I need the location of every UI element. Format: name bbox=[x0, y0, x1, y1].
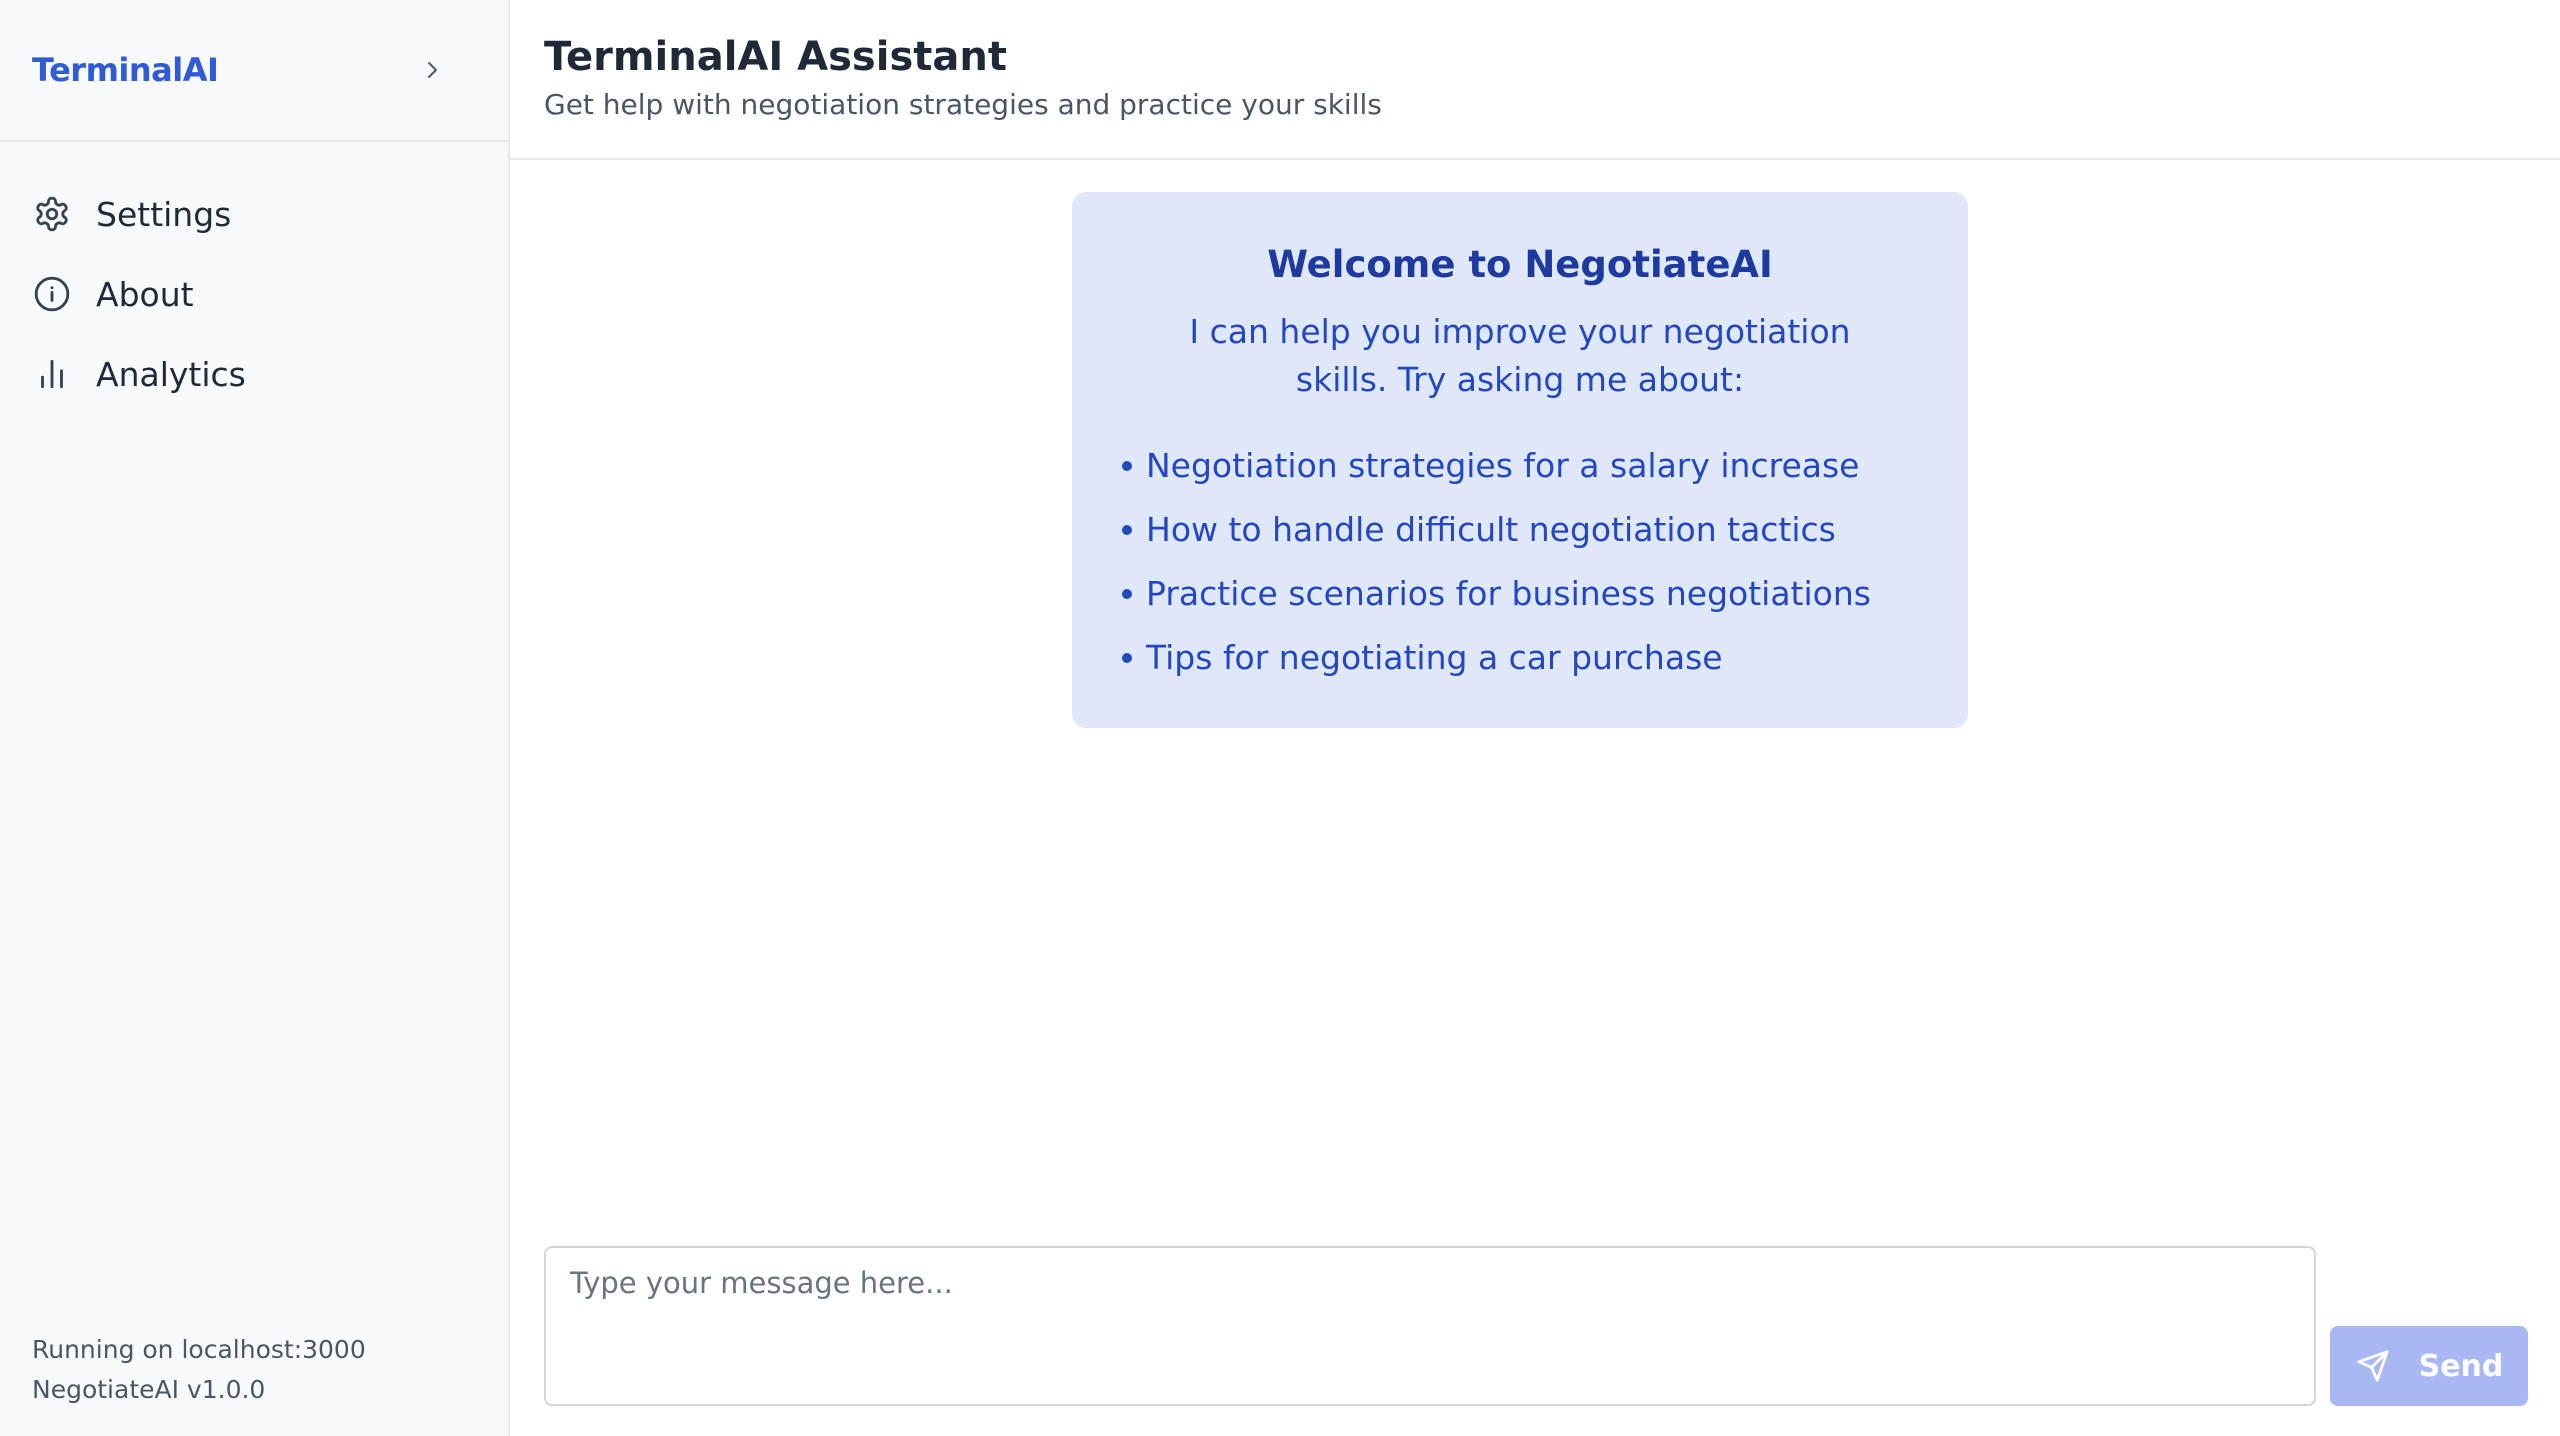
suggestion-item[interactable]: Tips for negotiating a car purchase bbox=[1122, 626, 1918, 690]
suggestion-item[interactable]: Practice scenarios for business negotiat… bbox=[1122, 562, 1918, 626]
main-panel: TerminalAI Assistant Get help with negot… bbox=[510, 0, 2560, 1436]
welcome-intro: I can help you improve your negotiation … bbox=[1189, 312, 1851, 399]
app-window: TerminalAI Settings About Analytics Runn… bbox=[0, 0, 2560, 1436]
welcome-card: Welcome to NegotiateAI I can help you im… bbox=[1072, 192, 1968, 728]
bullet-icon bbox=[1122, 589, 1132, 599]
sidebar: TerminalAI Settings About Analytics Runn… bbox=[0, 0, 510, 1436]
suggestion-text: Practice scenarios for business negotiat… bbox=[1146, 574, 1871, 613]
send-icon bbox=[2355, 1348, 2391, 1384]
page-title: TerminalAI Assistant bbox=[544, 34, 1007, 80]
sidebar-item-analytics[interactable]: Analytics bbox=[0, 334, 508, 414]
message-input[interactable] bbox=[546, 1248, 2314, 1404]
suggestion-text: Tips for negotiating a car purchase bbox=[1146, 638, 1723, 677]
main-header: TerminalAI Assistant Get help with negot… bbox=[510, 0, 2560, 160]
sidebar-footer: Running on localhost:3000 NegotiateAI v1… bbox=[32, 1330, 366, 1410]
welcome-title: Welcome to NegotiateAI bbox=[1267, 243, 1773, 286]
bullet-icon bbox=[1122, 525, 1132, 535]
message-composer bbox=[544, 1246, 2316, 1406]
brand-logo-text[interactable]: TerminalAI bbox=[32, 51, 219, 89]
bar-chart-icon bbox=[32, 354, 72, 394]
server-status-text: Running on localhost:3000 bbox=[32, 1335, 366, 1364]
suggestion-list: Negotiation strategies for a salary incr… bbox=[1122, 434, 1918, 690]
sidebar-item-label: About bbox=[96, 274, 194, 314]
sidebar-item-settings[interactable]: Settings bbox=[0, 174, 508, 254]
sidebar-item-label: Settings bbox=[96, 194, 232, 234]
sidebar-toggle-button[interactable] bbox=[412, 50, 452, 90]
page-subtitle: Get help with negotiation strategies and… bbox=[544, 88, 1382, 121]
sidebar-header: TerminalAI bbox=[0, 0, 508, 142]
gear-icon bbox=[32, 194, 72, 234]
suggestion-item[interactable]: Negotiation strategies for a salary incr… bbox=[1122, 434, 1918, 498]
bullet-icon bbox=[1122, 653, 1132, 663]
sidebar-item-about[interactable]: About bbox=[0, 254, 508, 334]
sidebar-item-label: Analytics bbox=[96, 354, 246, 394]
sidebar-nav: Settings About Analytics bbox=[0, 142, 508, 414]
chevron-right-icon bbox=[428, 62, 437, 78]
suggestion-item[interactable]: How to handle difficult negotiation tact… bbox=[1122, 498, 1918, 562]
bullet-icon bbox=[1122, 461, 1132, 471]
info-icon bbox=[32, 274, 72, 314]
send-button[interactable]: Send bbox=[2330, 1326, 2528, 1406]
suggestion-text: Negotiation strategies for a salary incr… bbox=[1146, 446, 1860, 485]
suggestion-text: How to handle difficult negotiation tact… bbox=[1146, 510, 1836, 549]
send-button-label: Send bbox=[2418, 1348, 2504, 1384]
app-version-text: NegotiateAI v1.0.0 bbox=[32, 1375, 266, 1404]
